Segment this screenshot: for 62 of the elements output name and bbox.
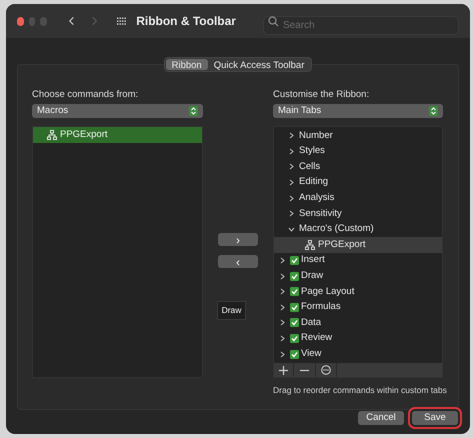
checkbox[interactable] — [290, 334, 299, 344]
dropdown-value: Macros — [37, 104, 68, 118]
command-item[interactable]: PPGExport — [33, 127, 202, 143]
window-title: Ribbon & Toolbar — [136, 13, 236, 30]
ribbon-label: Customise the Ribbon: — [273, 89, 370, 101]
tree-row[interactable]: Styles — [274, 144, 442, 160]
save-button[interactable]: Save — [412, 411, 458, 425]
chevron-right-icon[interactable] — [288, 179, 295, 186]
updown-icon — [189, 106, 198, 116]
tree-row[interactable]: Data — [274, 315, 442, 331]
ribbon-dropdown[interactable]: Main Tabs — [273, 104, 443, 118]
tree-row[interactable]: Draw — [274, 268, 442, 284]
close-button[interactable] — [17, 16, 24, 26]
checkbox[interactable] — [290, 318, 299, 328]
tree-row[interactable]: Editing — [274, 174, 442, 190]
chevron-right-icon[interactable] — [288, 194, 295, 202]
segment-tab[interactable]: Ribbon — [166, 59, 208, 70]
chevron-down-icon[interactable] — [288, 226, 295, 233]
tree-row[interactable]: Page Layout — [274, 284, 442, 300]
tree-row[interactable]: Number — [274, 128, 442, 144]
chevron-right-icon[interactable] — [279, 350, 286, 358]
tree-row[interactable]: Cells — [274, 159, 442, 175]
checkbox[interactable] — [290, 350, 299, 359]
tree-row[interactable]: Insert — [274, 252, 442, 268]
chevron-right-icon[interactable] — [279, 335, 286, 342]
tooltip: Draw — [216, 301, 246, 320]
dropdown-value: Main Tabs — [278, 104, 322, 118]
tree-row[interactable]: Macro's (Custom) — [274, 222, 442, 238]
tree-row[interactable]: PPGExport — [274, 237, 442, 253]
segment-tab[interactable]: Quick Access Toolbar — [208, 59, 310, 70]
search-field[interactable]: Search — [262, 16, 459, 34]
search-icon — [268, 16, 279, 26]
cancel-button[interactable]: Cancel — [358, 411, 404, 425]
move-button[interactable]: ‹ — [218, 255, 258, 268]
commands-dropdown[interactable]: Macros — [32, 104, 203, 118]
tree-row[interactable]: Formulas — [274, 300, 442, 316]
more-icon[interactable] — [321, 365, 331, 375]
chevron-right-icon[interactable] — [288, 210, 295, 218]
checkbox[interactable] — [290, 272, 299, 281]
chevron-right-icon[interactable] — [279, 272, 286, 280]
commands-label: Choose commands from: — [32, 89, 140, 101]
tree-row[interactable]: Sensitivity — [274, 206, 442, 222]
checkbox[interactable] — [290, 256, 299, 266]
grid-icon[interactable] — [116, 16, 126, 26]
updown-icon — [429, 106, 438, 116]
hierarchy-icon — [305, 240, 315, 250]
chevron-right-icon[interactable] — [279, 288, 286, 296]
checkbox[interactable] — [290, 302, 299, 312]
chevron-right-icon[interactable] — [288, 148, 295, 155]
chevron-right-icon[interactable] — [288, 132, 295, 140]
chevron-right-icon[interactable] — [279, 319, 286, 326]
chevron-right-icon[interactable] — [288, 163, 295, 170]
tree-row[interactable]: View — [274, 346, 442, 362]
tree-row[interactable]: Review — [274, 330, 442, 346]
checkbox[interactable] — [290, 287, 299, 296]
tree-row[interactable]: Analysis — [274, 190, 442, 206]
move-button[interactable]: › — [218, 233, 258, 246]
hierarchy-icon — [47, 130, 57, 140]
chevron-right-icon[interactable] — [279, 257, 286, 264]
chevron-right-icon[interactable] — [279, 304, 286, 311]
add-icon[interactable] — [279, 366, 288, 374]
back-icon[interactable] — [68, 15, 74, 27]
